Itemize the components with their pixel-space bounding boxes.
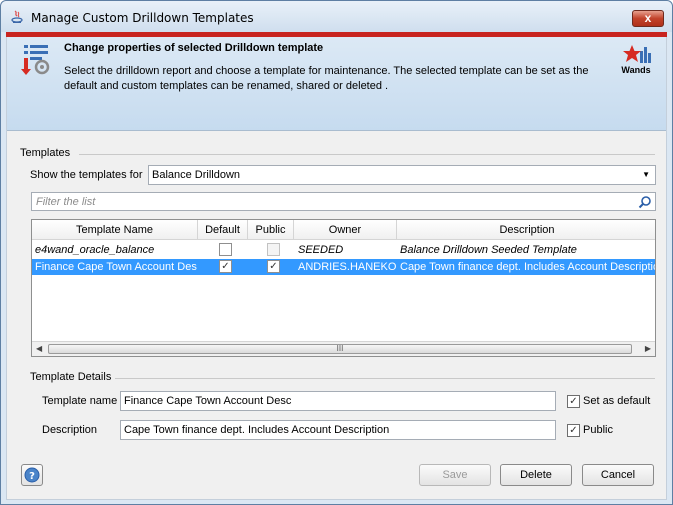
wands-logo: Wands [616,43,656,79]
dialog-content: Change properties of selected Drilldown … [6,37,667,500]
help-button[interactable]: ? [21,464,43,486]
header-description: Select the drilldown report and choose a… [64,65,589,92]
show-templates-label: Show the templates for [30,169,143,181]
column-header-owner[interactable]: Owner [294,220,397,240]
row-description: Cape Town finance dept. Includes Account… [400,261,656,273]
public-label: Public [583,424,613,436]
row-template-name: Finance Cape Town Account Desc [35,261,197,273]
column-header-public[interactable]: Public [248,220,294,240]
report-select[interactable]: Balance Drilldown ▼ [148,165,656,185]
chevron-down-icon: ▼ [642,170,650,179]
save-button[interactable]: Save [419,464,491,486]
row-public-checkbox[interactable]: ✓ [267,260,280,273]
header-banner: Change properties of selected Drilldown … [7,37,666,131]
list-edit-icon [21,45,50,75]
column-header-default[interactable]: Default [198,220,248,240]
set-as-default-checkbox[interactable]: ✓ [567,395,580,408]
wands-star-icon [623,45,651,63]
details-group-divider [115,378,655,379]
templates-table: Template Name Default Public Owner Descr… [31,219,656,357]
row-default-checkbox[interactable] [219,243,232,256]
cancel-button[interactable]: Cancel [582,464,654,486]
column-header-template-name[interactable]: Template Name [32,220,198,240]
details-group-label: Template Details [30,371,112,383]
search-icon[interactable] [638,195,652,209]
row-default-checkbox[interactable]: ✓ [219,260,232,273]
window-title: Manage Custom Drilldown Templates [31,11,254,25]
description-label: Description [42,424,98,436]
row-owner: ANDRIES.HANEKOM [298,261,396,273]
scrollbar-thumb[interactable]: III [48,344,632,354]
svg-text:?: ? [29,471,35,482]
header-title: Change properties of selected Drilldown … [64,42,324,54]
java-app-icon [11,10,23,23]
template-name-field[interactable]: Finance Cape Town Account Desc [120,391,556,411]
scroll-right-icon[interactable]: ▶ [645,344,651,353]
description-value: Cape Town finance dept. Includes Account… [124,424,390,436]
template-name-label: Template name [42,395,118,407]
table-row[interactable]: e4wand_oracle_balance SEEDED Balance Dri… [32,242,655,258]
brand-label: Wands [621,65,651,75]
description-field[interactable]: Cape Town finance dept. Includes Account… [120,420,556,440]
title-bar[interactable]: Manage Custom Drilldown Templates x [1,1,672,32]
column-header-description[interactable]: Description [397,220,655,240]
filter-input[interactable]: Filter the list [31,192,656,211]
row-owner: SEEDED [298,244,344,256]
public-checkbox[interactable]: ✓ [567,424,580,437]
report-select-value: Balance Drilldown [152,169,241,181]
template-name-value: Finance Cape Town Account Desc [124,395,292,407]
close-icon: x [644,11,652,25]
dialog-window: Manage Custom Drilldown Templates x Chan… [0,0,673,505]
row-description: Balance Drilldown Seeded Template [400,244,577,256]
set-as-default-label: Set as default [583,395,651,407]
delete-button[interactable]: Delete [500,464,572,486]
row-public-checkbox[interactable] [267,243,280,256]
horizontal-scrollbar[interactable]: ◀ III ▶ [32,341,655,356]
filter-placeholder: Filter the list [36,196,96,208]
row-template-name: e4wand_oracle_balance [35,244,155,256]
close-button[interactable]: x [632,10,664,27]
templates-group-divider [79,154,655,155]
scroll-left-icon[interactable]: ◀ [36,344,42,353]
table-row-selected[interactable]: Finance Cape Town Account Desc ✓ ✓ ANDRI… [32,259,656,275]
templates-group-label: Templates [20,147,71,159]
scroll-grip: III [336,344,344,353]
question-circle-icon: ? [24,467,40,483]
